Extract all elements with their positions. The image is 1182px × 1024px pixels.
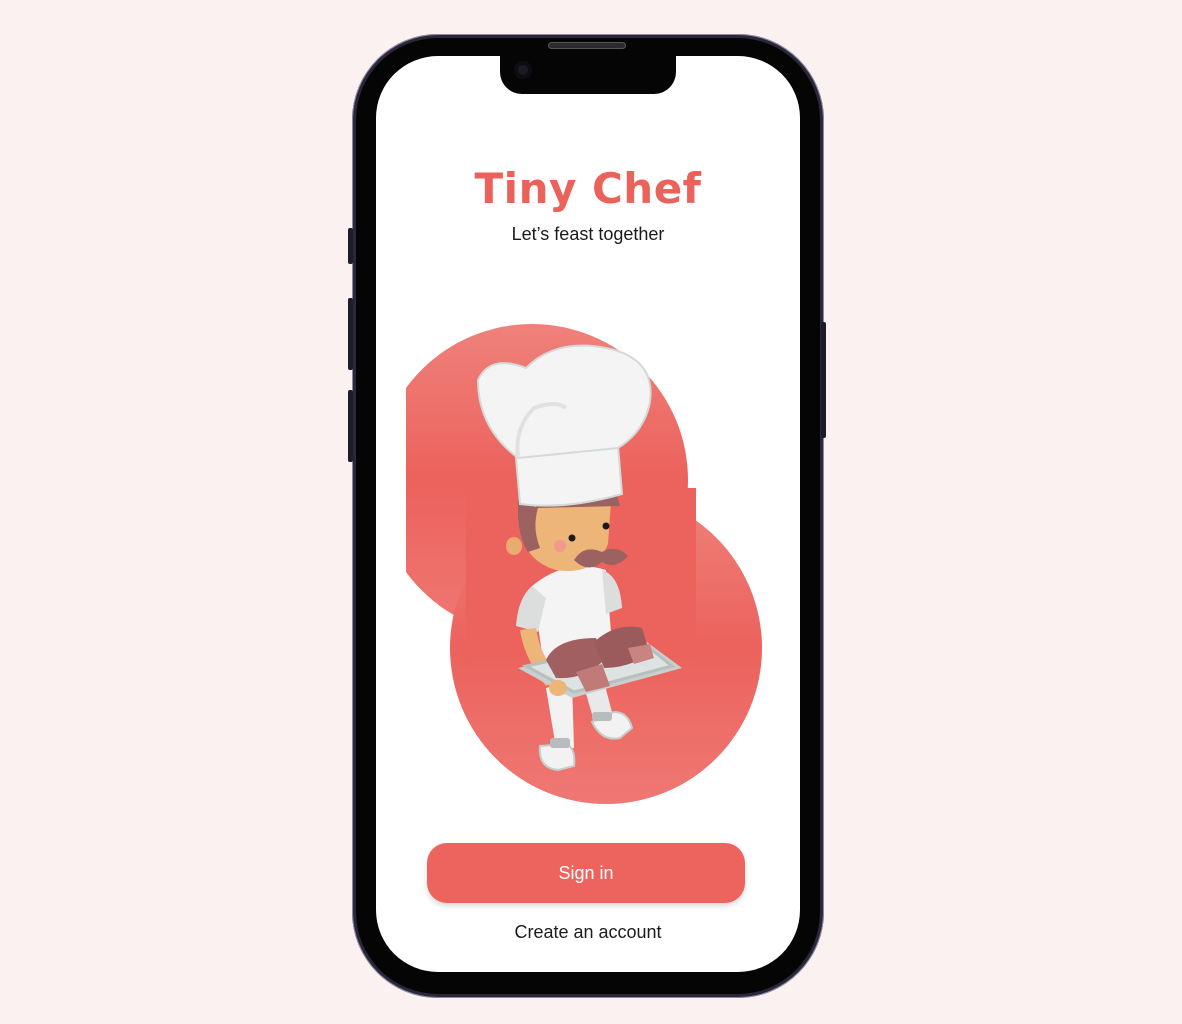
app-screen: Tiny Chef Let’s feast together Sign in C… xyxy=(376,56,800,972)
earpiece-speaker xyxy=(548,42,626,49)
chef-illustration xyxy=(406,324,762,804)
power-button xyxy=(821,322,826,438)
front-camera-icon xyxy=(514,61,532,79)
volume-down-button xyxy=(348,390,353,462)
create-account-link[interactable]: Create an account xyxy=(376,922,800,943)
tagline: Let’s feast together xyxy=(511,224,665,244)
mute-switch xyxy=(348,228,353,264)
sign-in-button[interactable]: Sign in xyxy=(427,843,745,903)
app-title: Tiny Chef xyxy=(474,164,702,213)
volume-up-button xyxy=(348,298,353,370)
notch xyxy=(500,56,676,94)
